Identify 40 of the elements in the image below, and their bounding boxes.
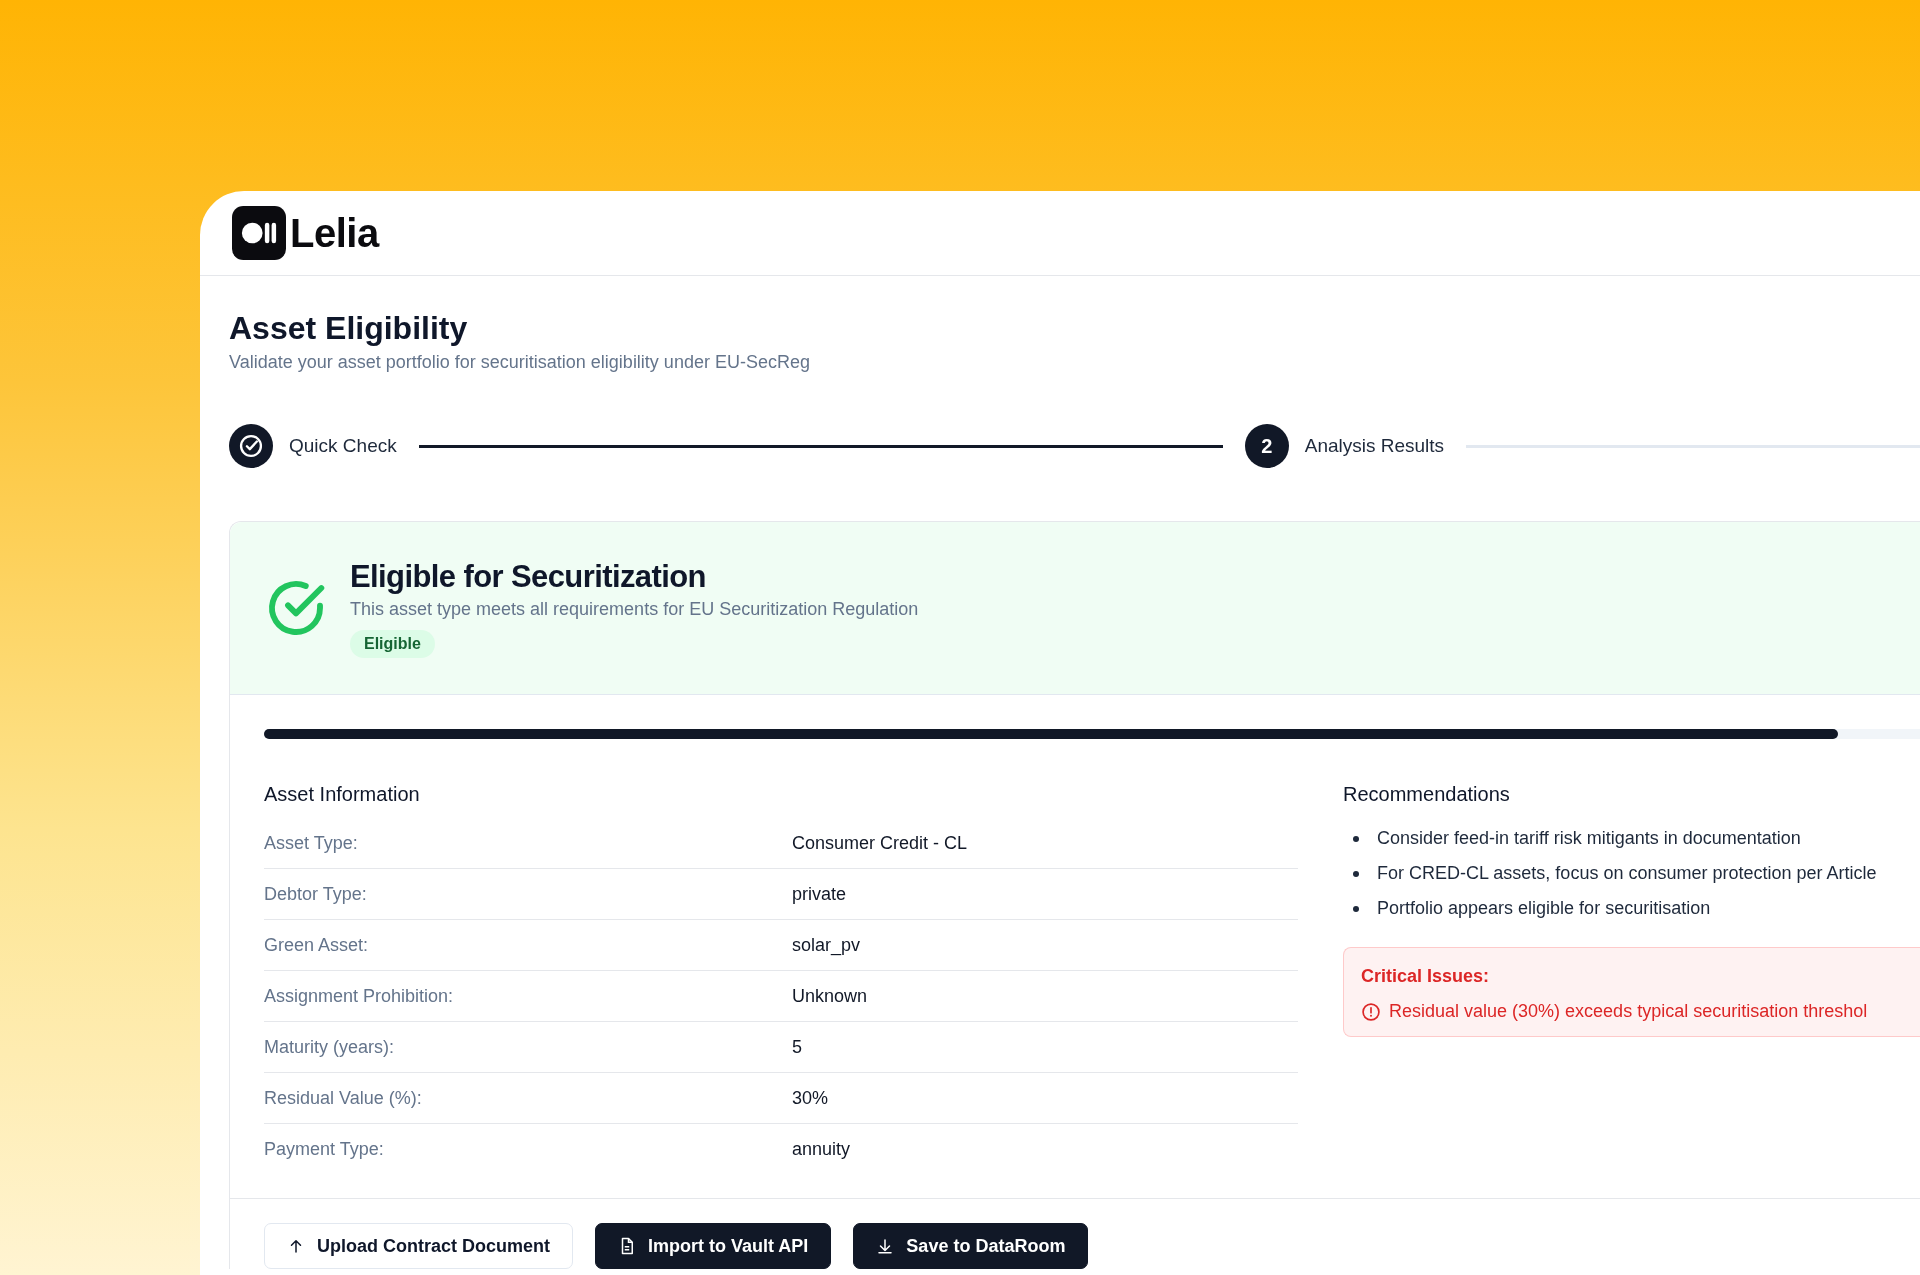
step-label[interactable]: Analysis Results xyxy=(1304,435,1445,457)
result-title: Eligible for Securitization xyxy=(350,558,707,595)
field-label: Maturity (years): xyxy=(264,1036,396,1058)
page-title: Asset Eligibility xyxy=(229,309,469,348)
field-label: Assignment Prohibition: xyxy=(264,985,455,1007)
bullet-icon xyxy=(1353,835,1359,842)
field-value: Unknown xyxy=(792,985,868,1007)
bullet-icon xyxy=(1353,870,1359,877)
upload-button[interactable]: Upload Contract Document xyxy=(264,1223,573,1269)
critical-issues-title: Critical Issues: xyxy=(1361,966,1491,987)
field-value: 30% xyxy=(792,1087,829,1109)
field-label: Debtor Type: xyxy=(264,883,368,905)
recommendation-text: Consider feed-in tariff risk mitigants in documentation xyxy=(1377,828,1801,849)
section-title: Recommendations xyxy=(1343,783,1511,806)
field-value: 5 xyxy=(792,1036,802,1058)
field-value: solar_pv xyxy=(792,934,861,956)
logo-icon xyxy=(232,206,286,260)
status-badge: Eligible xyxy=(350,629,435,658)
section-title: Asset Information xyxy=(264,783,421,806)
alert-icon xyxy=(1361,1001,1381,1022)
field-value: annuity xyxy=(792,1138,851,1160)
check-icon xyxy=(237,432,265,460)
recommendation-text: For CRED-CL assets, focus on consumer protection per Article xyxy=(1377,863,1877,884)
field-label: Payment Type: xyxy=(264,1138,385,1160)
brand-name: Lelia xyxy=(290,210,379,256)
field-label: Residual Value (%): xyxy=(264,1087,423,1109)
download-icon xyxy=(876,1237,895,1255)
bullet-icon xyxy=(1353,905,1359,912)
field-value: Consumer Credit - CL xyxy=(792,832,968,854)
save-button[interactable]: Save to DataRoom xyxy=(853,1223,1089,1269)
step-number: 2 xyxy=(1244,424,1289,468)
result-description: This asset type meets all requirements for EU Securitization Regulation xyxy=(350,598,919,620)
recommendation-text: Portfolio appears eligible for securitisation xyxy=(1377,898,1711,919)
field-label: Asset Type: xyxy=(264,832,359,854)
field-label: Green Asset: xyxy=(264,934,370,956)
issue-text: Residual value (30%) exceeds typical securitisation threshol xyxy=(1389,1001,1868,1022)
step-label[interactable]: Quick Check xyxy=(289,435,397,457)
page-subtitle: Validate your asset portfolio for securitisation eligibility under EU-SecReg xyxy=(229,352,811,373)
field-value: private xyxy=(792,883,847,905)
import-button[interactable]: Import to Vault API xyxy=(595,1223,832,1269)
